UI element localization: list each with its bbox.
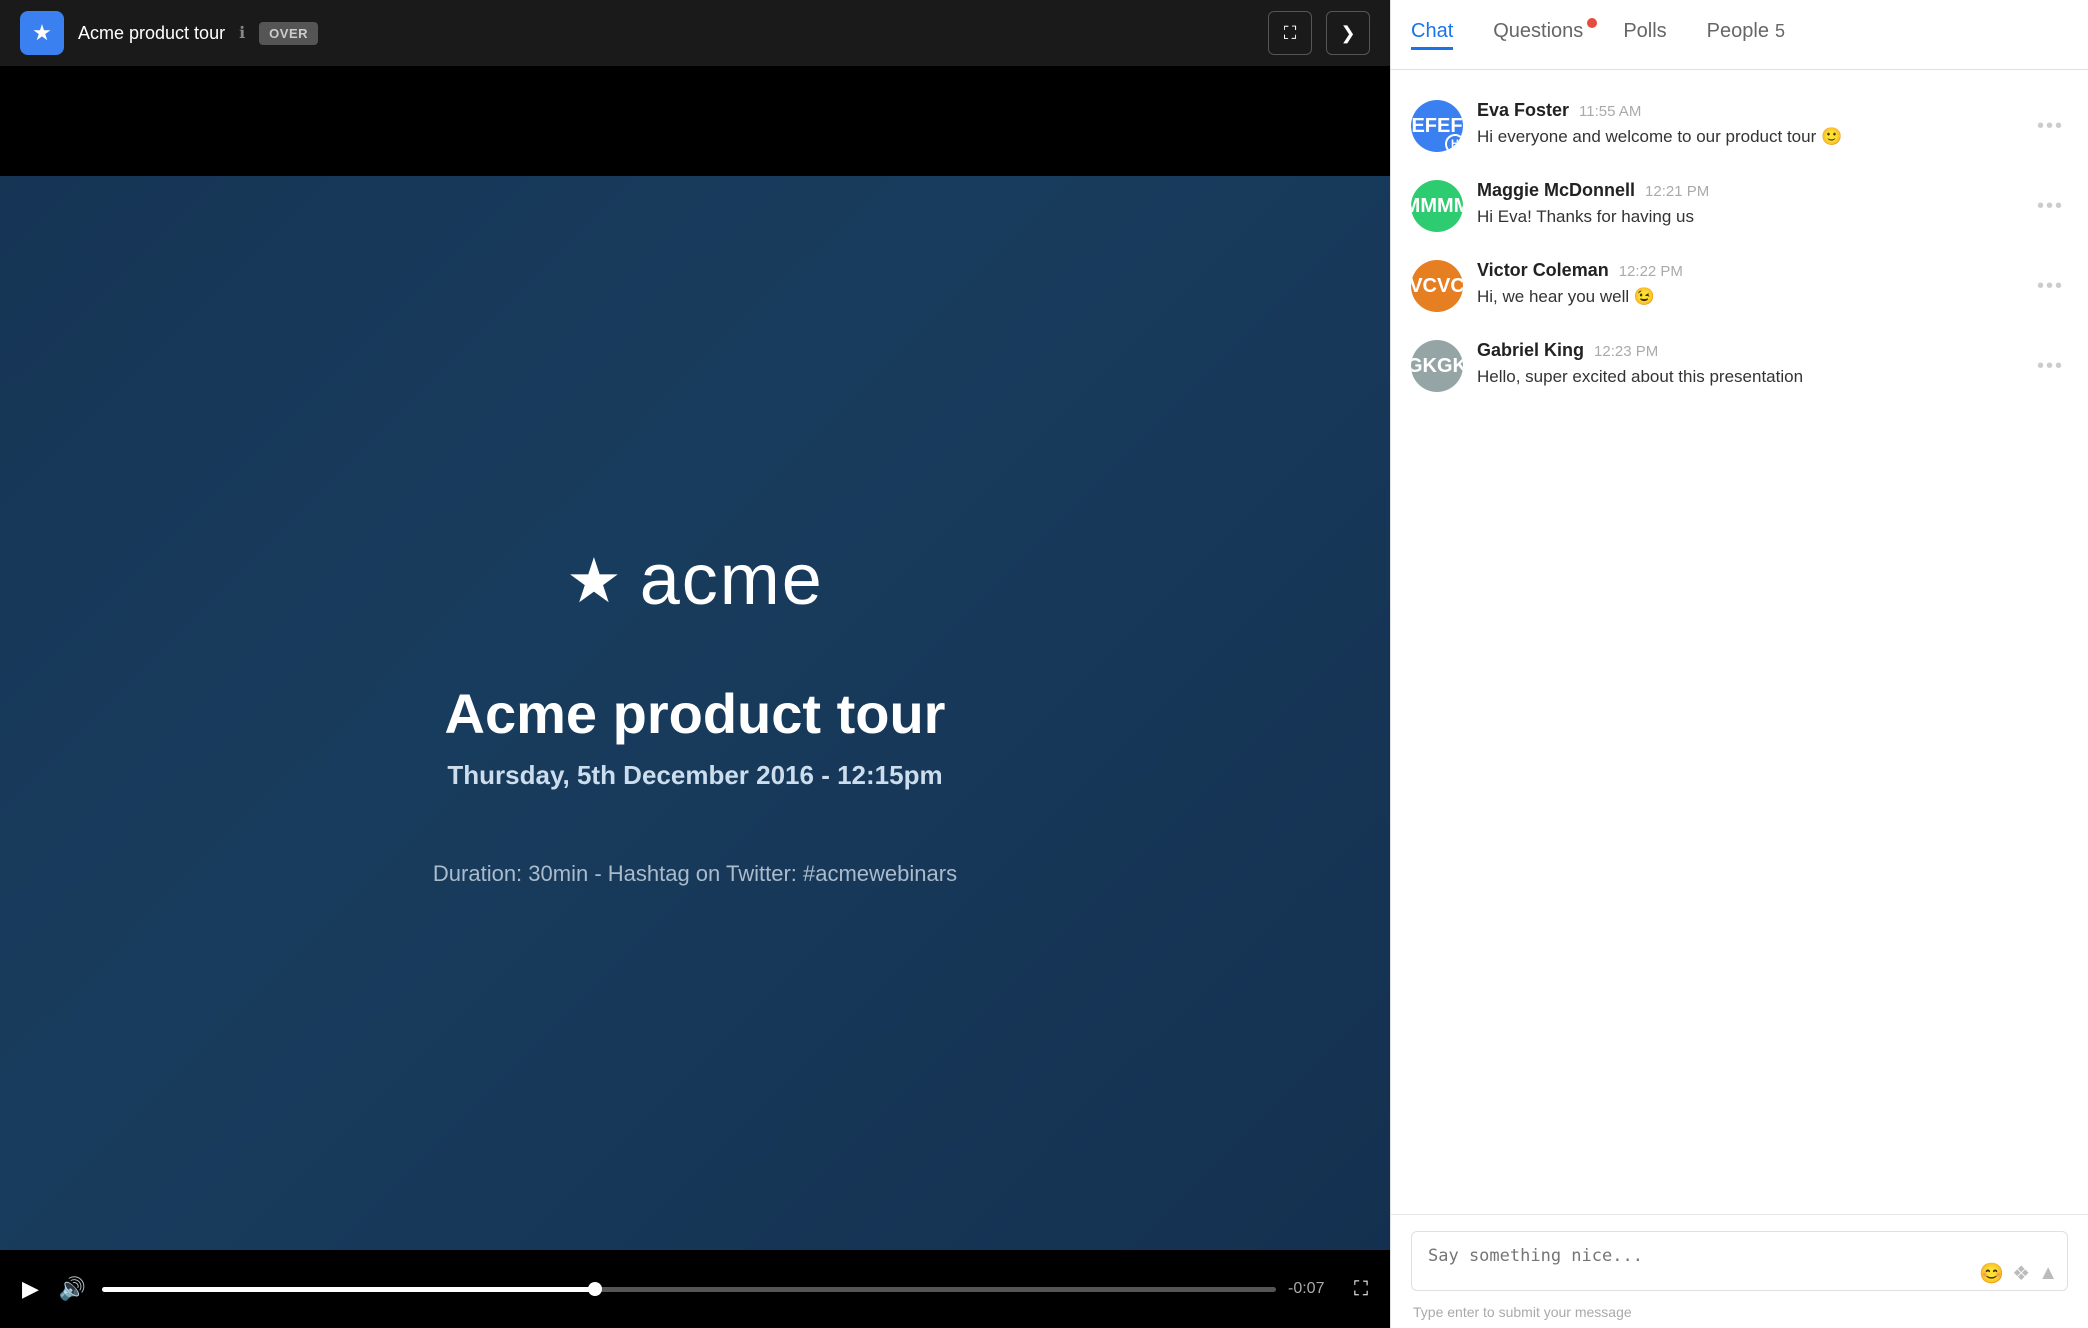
video-duration: Duration: 30min - Hashtag on Twitter: #a… [433,861,957,887]
progress-bar[interactable] [102,1287,1276,1292]
tab-polls-label: Polls [1623,20,1666,43]
right-panel: Chat Questions Polls People 5 EF H Eva F… [1390,0,2088,1328]
play-button[interactable]: ▶ [18,1272,43,1306]
tab-people[interactable]: People 5 [1707,20,1785,50]
event-title: Acme product tour [78,23,225,44]
volume-icon: 🔊 [59,1276,86,1302]
message-text: Hi, we hear you well 😉 [1477,285,2019,309]
tab-chat[interactable]: Chat [1411,20,1453,50]
video-subtitle: Thursday, 5th December 2016 - 12:15pm [447,760,942,791]
message-options-button[interactable]: ••• [2033,351,2068,382]
message-options-button[interactable]: ••• [2033,111,2068,142]
top-bar: ★ Acme product tour ℹ OVER ⛶ ❯ [0,0,1390,66]
message-options-button[interactable]: ••• [2033,191,2068,222]
message-header: Victor Coleman 12:22 PM [1477,260,2019,281]
upload-icon[interactable]: ▲ [2038,1262,2058,1285]
left-panel: ★ Acme product tour ℹ OVER ⛶ ❯ ★ acme Ac… [0,0,1390,1328]
progress-handle[interactable] [588,1282,602,1296]
play-icon: ▶ [22,1276,39,1302]
message-text: Hi Eva! Thanks for having us [1477,205,2019,229]
chat-input[interactable] [1411,1231,2068,1291]
avatar: GK [1411,340,1463,392]
message-author: Eva Foster [1477,100,1569,121]
over-badge: OVER [259,22,318,45]
emoji-icon[interactable]: 😊 [1979,1261,2004,1286]
avatar-initials: GK [1437,355,1463,378]
tab-questions[interactable]: Questions [1493,20,1583,50]
video-black-top [0,66,1390,176]
expand-icon: ⛶ [1284,23,1297,44]
avatar-initials: VC [1437,275,1463,298]
message-time: 11:55 AM [1579,103,1641,120]
volume-button[interactable]: 🔊 [55,1272,90,1306]
message-text: Hello, super excited about this presenta… [1477,365,2019,389]
chat-messages: EF H Eva Foster 11:55 AM Hi everyone and… [1391,70,2088,1214]
forward-button[interactable]: ❯ [1326,11,1370,55]
avatar: VC [1411,260,1463,312]
message-time: 12:23 PM [1594,343,1658,360]
attach-icon[interactable]: ❖ [2012,1261,2030,1286]
avatar: EF H [1411,100,1463,152]
chat-input-icons: 😊 ❖ ▲ [1979,1261,2058,1286]
video-logo: ★ acme [566,539,824,621]
message-body: Maggie McDonnell 12:21 PM Hi Eva! Thanks… [1477,180,2019,229]
tabs-bar: Chat Questions Polls People 5 [1391,0,2088,70]
list-item: VC Victor Coleman 12:22 PM Hi, we hear y… [1391,246,2088,326]
submit-hint: Type enter to submit your message [1411,1304,2068,1320]
message-author: Gabriel King [1477,340,1584,361]
video-logo-text: acme [640,539,824,621]
message-text: Hi everyone and welcome to our product t… [1477,125,2019,149]
message-body: Victor Coleman 12:22 PM Hi, we hear you … [1477,260,2019,309]
video-content[interactable]: ★ acme Acme product tour Thursday, 5th D… [0,176,1390,1250]
message-author: Victor Coleman [1477,260,1609,281]
list-item: GK Gabriel King 12:23 PM Hello, super ex… [1391,326,2088,406]
avatar-initials: MM [1437,195,1463,218]
avatar: MM [1411,180,1463,232]
message-time: 12:22 PM [1619,263,1683,280]
host-badge: H [1445,134,1463,152]
questions-notification-dot [1587,18,1597,28]
chat-input-area: 😊 ❖ ▲ Type enter to submit your message [1391,1214,2088,1328]
tab-polls[interactable]: Polls [1623,20,1666,50]
message-time: 12:21 PM [1645,183,1709,200]
people-count: 5 [1775,21,1785,42]
forward-icon: ❯ [1340,23,1355,44]
message-author: Maggie McDonnell [1477,180,1635,201]
message-body: Eva Foster 11:55 AM Hi everyone and welc… [1477,100,2019,149]
message-body: Gabriel King 12:23 PM Hello, super excit… [1477,340,2019,389]
message-header: Gabriel King 12:23 PM [1477,340,2019,361]
tab-questions-label: Questions [1493,20,1583,43]
expand-button[interactable]: ⛶ [1268,11,1312,55]
progress-fill [102,1287,595,1292]
list-item: MM Maggie McDonnell 12:21 PM Hi Eva! Tha… [1391,166,2088,246]
video-star-icon: ★ [566,544,622,617]
time-display: -0:07 [1288,1280,1338,1298]
tab-chat-label: Chat [1411,20,1453,43]
list-item: EF H Eva Foster 11:55 AM Hi everyone and… [1391,86,2088,166]
message-header: Maggie McDonnell 12:21 PM [1477,180,2019,201]
tab-people-label: People [1707,20,1769,43]
fullscreen-button[interactable]: ⛶ [1350,1274,1372,1305]
chat-input-wrapper: 😊 ❖ ▲ [1411,1231,2068,1296]
video-main-title: Acme product tour [445,681,946,746]
message-header: Eva Foster 11:55 AM [1477,100,2019,121]
video-area: ★ acme Acme product tour Thursday, 5th D… [0,66,1390,1328]
star-icon: ★ [32,20,52,46]
message-options-button[interactable]: ••• [2033,271,2068,302]
info-icon[interactable]: ℹ [239,23,245,43]
app-logo: ★ [20,11,64,55]
video-controls: ▶ 🔊 -0:07 ⛶ [0,1250,1390,1328]
fullscreen-icon: ⛶ [1354,1278,1368,1300]
